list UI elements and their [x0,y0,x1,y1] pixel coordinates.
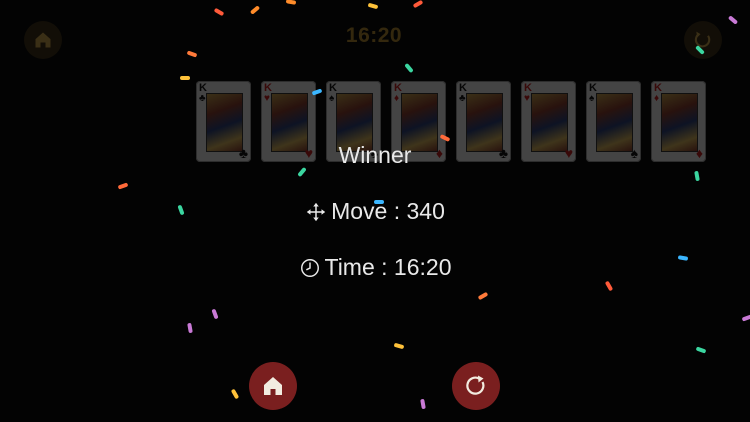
confetti-piece [211,308,219,320]
confetti-piece [420,398,426,410]
restart-button[interactable] [452,362,500,410]
home-icon [35,32,51,48]
confetti-piece [367,2,379,10]
confetti-piece [393,342,405,350]
confetti-piece [180,76,190,80]
card-suit: ♣ [199,93,206,104]
clock-icon [300,258,319,277]
card-suit: ♠ [329,93,335,104]
confetti-piece [213,7,225,17]
confetti-piece [412,0,424,9]
home-icon [264,377,282,395]
confetti-piece [117,182,129,190]
card-suit: ♦ [654,93,660,104]
card-suit: ♥ [264,93,270,104]
move-arrows-icon [306,202,326,221]
move-label: Move : 340 [331,198,445,224]
confetti-piece [477,291,489,301]
top-home-button[interactable] [24,21,62,59]
restart-icon [466,375,485,395]
card-suit: ♠ [589,93,595,104]
confetti-piece [727,15,739,25]
time-label: Time : 16:20 [324,254,452,280]
winner-title: Winner [338,142,412,168]
confetti-piece [249,5,261,15]
time-count: Time : 16:20 [0,254,750,285]
card-suit: ♣ [459,93,466,104]
confetti-piece [186,50,198,58]
card-suit: ♥ [524,93,530,104]
confetti-piece [695,346,707,354]
card-suit: ♦ [394,93,400,104]
confetti-piece [694,170,700,182]
confetti-piece [230,388,240,400]
confetti-piece [741,314,750,322]
confetti-piece [187,322,193,334]
home-button[interactable] [249,362,297,410]
confetti-piece [285,0,297,5]
top-timer: 16:20 [345,24,403,47]
move-count: Move : 340 [0,198,750,229]
win-screen: 16:20 K ♣ ♣ K ♥ ♥ K ♠ ♠ K ♦ ♦ K ♣ ♣ K ♥ ♥ K ♠ ♠ K ♦ ♦ Winner Mo… [0,0,750,422]
confetti-piece [404,62,414,74]
